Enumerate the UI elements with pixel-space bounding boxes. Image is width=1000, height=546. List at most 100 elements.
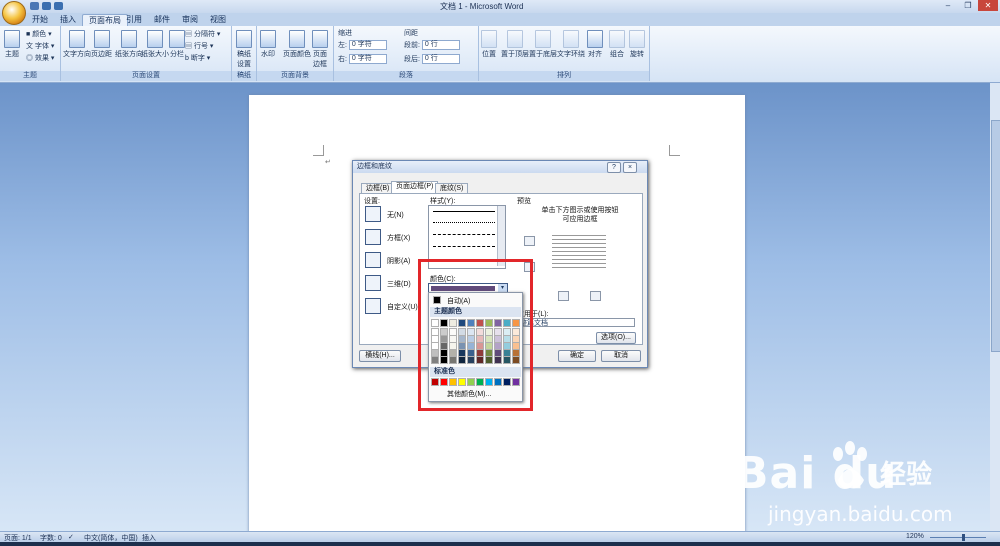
- watermark-url: jingyan.baidu.com: [768, 502, 953, 526]
- themes-button[interactable]: 主题: [4, 30, 20, 59]
- page-color-icon: [289, 30, 305, 48]
- style-dash-dot-line[interactable]: [433, 246, 495, 247]
- style-dotted-line[interactable]: [433, 222, 495, 223]
- text-direction-label: 文字方向: [63, 51, 91, 58]
- bring-front-button[interactable]: 置于顶层: [501, 30, 529, 59]
- setting-none-icon[interactable]: [365, 206, 381, 222]
- theme-colors-label: 颜色: [32, 31, 47, 38]
- dialog-close-button[interactable]: ×: [623, 162, 637, 173]
- style-dashed-line[interactable]: [433, 234, 495, 235]
- hyphenation-button[interactable]: b 断字 ▾: [185, 53, 210, 63]
- tab-view[interactable]: 视图: [204, 14, 232, 26]
- setting-shadow-label[interactable]: 阴影(A): [387, 256, 410, 266]
- office-button[interactable]: [2, 1, 26, 25]
- top-border-button[interactable]: [524, 236, 535, 246]
- undo-icon[interactable]: [42, 2, 51, 10]
- group-arrange: 位置 置于顶层 置于底层 文字环绕 对齐 组合 旋转 排列: [479, 26, 650, 81]
- text-direction-button[interactable]: 文字方向: [63, 30, 91, 59]
- close-button[interactable]: ✕: [978, 0, 998, 11]
- page-borders-button[interactable]: 页面边框: [311, 30, 329, 69]
- right-border-button[interactable]: [590, 291, 601, 301]
- setting-shadow-icon[interactable]: [365, 252, 381, 268]
- proofing-icon[interactable]: ✓: [68, 533, 74, 541]
- group-label-paragraph: 段落: [334, 71, 478, 81]
- setting-box-label[interactable]: 方框(X): [387, 233, 410, 243]
- spacing-after-label: 段后:: [404, 56, 420, 63]
- setting-none-label[interactable]: 无(N): [387, 210, 404, 220]
- text-wrap-icon: [563, 30, 579, 48]
- indent-left-label: 左:: [338, 42, 347, 49]
- columns-button[interactable]: 分栏: [169, 30, 185, 59]
- theme-fonts-button[interactable]: 文 字体 ▾: [26, 41, 54, 51]
- hyphenation-label: 断字: [190, 55, 205, 62]
- size-label: 纸张大小: [141, 51, 169, 58]
- ribbon: 主题 ■ 颜色 ▾ 文 字体 ▾ ◎ 效果 ▾ 主题 文字方向 页边距 纸张方向…: [0, 26, 1000, 83]
- status-zoom[interactable]: 120%: [906, 533, 924, 540]
- page-color-button[interactable]: 页面颜色: [283, 30, 311, 59]
- position-button[interactable]: 位置: [481, 30, 497, 59]
- setting-custom-icon[interactable]: [365, 298, 381, 314]
- spacing-after-input[interactable]: 0 行: [421, 54, 460, 65]
- rotate-button[interactable]: 旋转: [629, 30, 645, 59]
- group-page-setup: 文字方向 页边距 纸张方向 纸张大小 分栏 ▤ 分隔符 ▾ ▤ 行号 ▾ b 断…: [61, 26, 232, 81]
- margins-button[interactable]: 页边距: [91, 30, 112, 59]
- indent-heading: 缩进: [338, 30, 352, 37]
- highlight-box: [418, 259, 533, 411]
- tab-mailings[interactable]: 邮件: [148, 14, 176, 26]
- taskbar: [0, 542, 1000, 546]
- redo-icon[interactable]: [54, 2, 63, 10]
- tab-references[interactable]: 引用: [120, 14, 148, 26]
- dialog-help-button[interactable]: ?: [607, 162, 621, 173]
- margin-mark-top-right: [669, 145, 680, 156]
- spacing-after-row: 段后: 0 行: [404, 54, 460, 65]
- setting-custom-label[interactable]: 自定义(U): [387, 302, 418, 312]
- preview-area[interactable]: [552, 232, 606, 270]
- draft-settings-label: 稿纸设置: [237, 51, 251, 68]
- text-wrap-button[interactable]: 文字环绕: [557, 30, 585, 59]
- watermark-button[interactable]: 水印: [260, 30, 276, 59]
- indent-left-input[interactable]: 0 字符: [348, 40, 387, 51]
- style-scrollbar[interactable]: [497, 206, 505, 266]
- setting-3d-label[interactable]: 三维(D): [387, 279, 411, 289]
- setting-box-icon[interactable]: [365, 229, 381, 245]
- style-solid-line[interactable]: [433, 211, 495, 212]
- ok-button[interactable]: 确定: [558, 350, 596, 362]
- group-label: 组合: [610, 51, 624, 58]
- indent-right-label: 右:: [338, 56, 347, 63]
- options-button[interactable]: 选项(O)...: [596, 332, 636, 344]
- send-back-icon: [535, 30, 551, 48]
- rotate-label: 旋转: [630, 51, 644, 58]
- spacing-before-input[interactable]: 0 行: [421, 40, 460, 51]
- horizontal-line-button[interactable]: 横线(H)...: [359, 350, 401, 362]
- group-button[interactable]: 组合: [609, 30, 625, 59]
- orientation-button[interactable]: 纸张方向: [115, 30, 143, 59]
- draft-settings-button[interactable]: 稿纸设置: [234, 30, 254, 69]
- dialog-title: 边框和底纹: [353, 161, 647, 173]
- scrollbar-thumb[interactable]: [991, 120, 1000, 352]
- save-icon[interactable]: [30, 2, 39, 10]
- breaks-button[interactable]: ▤ 分隔符 ▾: [185, 29, 220, 39]
- line-numbers-button[interactable]: ▤ 行号 ▾: [185, 41, 213, 51]
- size-button[interactable]: 纸张大小: [141, 30, 169, 59]
- apply-to-select[interactable]: 整篇文档: [517, 318, 635, 327]
- tab-insert[interactable]: 插入: [54, 14, 82, 26]
- zoom-slider-thumb[interactable]: [962, 534, 965, 541]
- paragraph-mark: ↵: [325, 159, 331, 166]
- minimize-button[interactable]: –: [938, 0, 958, 11]
- group-label-arrange: 排列: [479, 71, 649, 81]
- margin-mark-top-left: [313, 145, 324, 156]
- send-back-button[interactable]: 置于底层: [529, 30, 557, 59]
- tab-home[interactable]: 开始: [26, 14, 54, 26]
- zoom-slider[interactable]: [930, 537, 986, 538]
- tab-review[interactable]: 审阅: [176, 14, 204, 26]
- group-label-themes: 主题: [0, 71, 60, 81]
- theme-colors-button[interactable]: ■ 颜色 ▾: [26, 29, 52, 39]
- setting-3d-icon[interactable]: [365, 275, 381, 291]
- ribbon-tabs: 开始 插入 页面布局 引用 邮件 审阅 视图: [0, 13, 1000, 27]
- left-border-button[interactable]: [558, 291, 569, 301]
- theme-effects-button[interactable]: ◎ 效果 ▾: [26, 53, 54, 63]
- cancel-button[interactable]: 取消: [601, 350, 641, 362]
- indent-right-input[interactable]: 0 字符: [348, 54, 387, 65]
- align-button[interactable]: 对齐: [587, 30, 603, 59]
- maximize-button[interactable]: ❐: [958, 0, 978, 11]
